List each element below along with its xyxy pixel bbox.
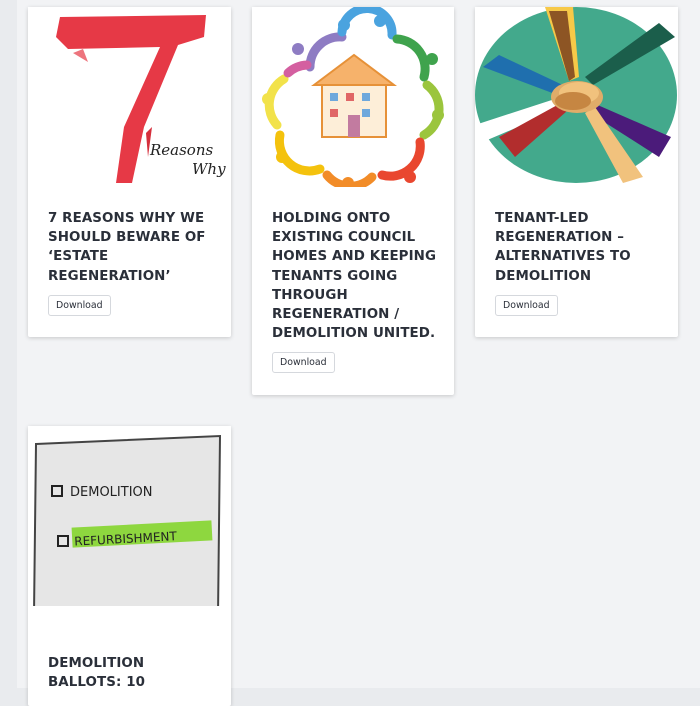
card-title[interactable]: HOLDING ONTO EXISTING COUNCIL HOMES AND … — [272, 209, 438, 343]
document-card: HOLDING ONTO EXISTING COUNCIL HOMES AND … — [252, 7, 454, 395]
download-button[interactable]: Download — [272, 352, 335, 373]
document-card: DEMOLITION REFURBISHMENT DEMOLITION BALL… — [28, 426, 231, 706]
card-thumbnail[interactable] — [252, 7, 454, 187]
seven-reasons-word-line1: Reasons — [149, 141, 214, 159]
document-card: Reasons Why 7 REASONS WHY WE SHOULD BEWA… — [28, 7, 231, 337]
card-title[interactable]: 7 REASONS WHY WE SHOULD BEWARE OF ‘ESTAT… — [48, 209, 215, 286]
card-thumbnail[interactable] — [475, 7, 678, 187]
card-title[interactable]: TENANT-LED REGENERATION – ALTERNATIVES T… — [495, 209, 662, 286]
ballot-option-demolition: DEMOLITION — [70, 485, 152, 500]
seven-reasons-image: Reasons Why — [28, 7, 231, 187]
document-card: TENANT-LED REGENERATION – ALTERNATIVES T… — [475, 7, 678, 337]
hands-together-image — [475, 7, 678, 187]
united-homes-image — [252, 7, 454, 187]
card-thumbnail[interactable]: Reasons Why — [28, 7, 231, 187]
download-button[interactable]: Download — [495, 295, 558, 316]
download-button[interactable]: Download — [48, 295, 111, 316]
card-thumbnail[interactable]: DEMOLITION REFURBISHMENT — [28, 426, 231, 606]
seven-reasons-word-line2: Why — [192, 160, 226, 178]
card-title[interactable]: DEMOLITION BALLOTS: 10 — [48, 654, 215, 692]
ballot-image: DEMOLITION REFURBISHMENT — [28, 426, 231, 606]
